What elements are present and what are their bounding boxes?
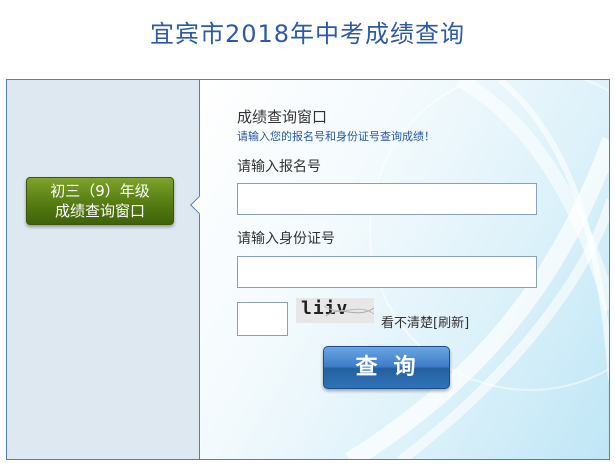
panel-hint: 请输入您的报名号和身份证号查询成绩！ xyxy=(237,130,435,143)
grade-badge-line1: 初三（9）年级 xyxy=(50,182,150,200)
registration-label: 请输入报名号 xyxy=(237,159,321,175)
grade-badge: 初三（9）年级 成绩查询窗口 xyxy=(26,177,174,225)
panel-title: 成绩查询窗口 xyxy=(237,108,328,126)
captcha-input[interactable] xyxy=(237,302,288,336)
captcha-image[interactable]: liiv xyxy=(296,298,374,323)
registration-input[interactable] xyxy=(237,183,537,215)
grade-badge-line2: 成绩查询窗口 xyxy=(54,202,145,220)
page-title: 宜宾市2018年中考成绩查询 xyxy=(149,20,466,48)
search-button[interactable]: 查询 xyxy=(323,346,450,389)
query-panel: 成绩查询窗口 请输入您的报名号和身份证号查询成绩！ 请输入报名号 请输入身份证号… xyxy=(200,80,609,459)
query-frame: 初三（9）年级 成绩查询窗口 成绩查询窗口 请输入您的报名号和身份证号查询成绩！… xyxy=(6,79,610,460)
refresh-captcha-link[interactable]: 看不清楚[刷新] xyxy=(381,312,469,331)
id-number-input[interactable] xyxy=(237,256,537,288)
id-label: 请输入身份证号 xyxy=(237,231,335,247)
left-panel: 初三（9）年级 成绩查询窗口 xyxy=(7,80,200,459)
